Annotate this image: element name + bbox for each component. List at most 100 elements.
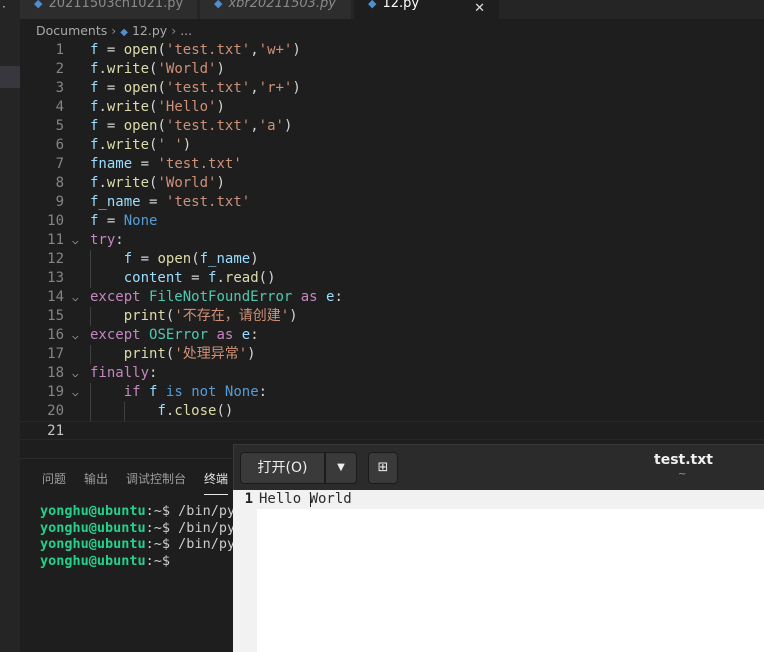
code-text: f = open('test.txt','w+') [90,42,301,58]
close-icon[interactable]: ✕ [474,2,485,15]
gedit-subtitle: ~ [678,469,687,480]
tab-xbr20211503[interactable]: ◆ xbr20211503.py [200,0,352,19]
terminal-prompt-user: yonghu@ubuntu [40,536,146,552]
fold-chevron-icon[interactable]: ⌵ [72,288,79,307]
new-tab-button[interactable]: ⊞ [368,452,398,484]
python-file-icon: ◆ [368,0,377,10]
code-line[interactable]: 1 f = open('test.txt','w+') [20,41,764,60]
code-line[interactable]: 21 [20,421,764,440]
code-line[interactable]: 7 fname = 'test.txt' [20,155,764,174]
line-number: 13 [47,270,64,286]
tab-label: 12.py [382,0,420,11]
code-text: finally: [90,365,158,381]
code-line[interactable]: 6 f.write(' ') [20,136,764,155]
code-text: f.write('Hello') [90,99,225,115]
line-number: 2 [55,61,64,77]
line-number: 19 [47,384,64,400]
indent-guide [90,250,91,288]
code-line[interactable]: 16 ⌵ except OSError as e: [20,326,764,345]
fold-chevron-icon[interactable]: ⌵ [72,383,79,402]
code-line[interactable]: 19 ⌵ if f is not None: [20,383,764,402]
code-line[interactable]: 13 content = f.read() [20,269,764,288]
code-text: content = f.read() [123,270,276,286]
line-number: 6 [55,137,64,153]
activity-bar: · [0,0,20,652]
fold-chevron-icon[interactable]: ⌵ [72,364,79,383]
more-icon[interactable]: · [2,0,6,14]
code-line[interactable]: 8 f.write('World') [20,174,764,193]
line-number: 14 [47,289,64,305]
terminal-command: :~$ [145,552,171,569]
fold-chevron-icon[interactable]: ⌵ [72,326,79,345]
breadcrumb-file[interactable]: 12.py [132,23,167,38]
tab-12-py[interactable]: ◆ 12.py ✕ [354,0,500,19]
code-line[interactable]: 9 f_name = 'test.txt' [20,193,764,212]
gedit-line-number: 1 [233,490,257,652]
terminal-line: yonghu@ubuntu:~$ [40,553,235,570]
indent-guide [123,402,125,421]
panel-tabs: 问题 输出 调试控制台 终端 [42,470,246,495]
code-text: print('不存在，请创建') [123,308,298,324]
code-line[interactable]: 12 f = open(f_name) [20,250,764,269]
line-number: 17 [47,346,64,362]
line-number: 4 [55,99,64,115]
code-text: f.write('World') [90,61,225,77]
gedit-text-area[interactable]: Hello World [259,490,352,509]
open-dropdown-button[interactable]: ▼ [325,452,357,484]
indent-guide [90,383,91,421]
tab-label: xbr20211503.py [228,0,337,11]
terminal-line: yonghu@ubuntu:~$ /bin/py [40,520,235,537]
terminal-command: :~$ /bin/py [145,519,236,536]
terminal-prompt-user: yonghu@ubuntu [40,519,146,536]
code-text: except OSError as e: [90,327,259,343]
tab-label: 20211503ch1021.py [48,0,184,11]
tab-problems[interactable]: 问题 [42,470,66,487]
line-number: 5 [55,118,64,134]
terminal-prompt-user: yonghu@ubuntu [40,503,146,519]
terminal-line: yonghu@ubuntu:~$ /bin/py [40,503,235,520]
tab-output[interactable]: 输出 [84,470,108,487]
terminal-output[interactable]: yonghu@ubuntu:~$ /bin/py yonghu@ubuntu:~$… [40,503,235,569]
python-file-icon: ◆ [34,0,43,10]
chevron-down-icon: ▼ [337,462,345,473]
code-line[interactable]: 5 f = open('test.txt','a') [20,117,764,136]
code-line[interactable]: 14 ⌵ except FileNotFoundError as e: [20,288,764,307]
line-number: 21 [47,423,64,439]
breadcrumb-folder[interactable]: Documents [36,23,107,38]
line-number: 1 [55,42,64,58]
code-line[interactable]: 3 f = open('test.txt','r+') [20,79,764,98]
chevron-right-icon: › [171,23,177,38]
activity-selected-item[interactable] [0,66,20,88]
line-number: 3 [55,80,64,96]
code-text: f = open('test.txt','r+') [90,80,301,96]
tab-terminal[interactable]: 终端 [204,470,229,495]
line-number: 15 [47,308,64,324]
gedit-text-before-caret: Hello [259,491,310,507]
breadcrumb-more[interactable]: ... [180,23,192,38]
tab-debug-console[interactable]: 调试控制台 [126,470,186,487]
code-line[interactable]: 4 f.write('Hello') [20,98,764,117]
tab-20211503ch1021[interactable]: ◆ 20211503ch1021.py [20,0,198,19]
code-text: f.close() [157,403,234,419]
code-line[interactable]: 17 print('处理异常') [20,345,764,364]
gedit-title: test.txt [654,452,713,468]
open-button[interactable]: 打开(O) [240,452,325,484]
code-line[interactable]: 20 f.close() [20,402,764,421]
code-line[interactable]: 15 print('不存在，请创建') [20,307,764,326]
line-number: 10 [47,213,64,229]
line-number: 18 [47,365,64,381]
breadcrumb: Documents › ◆ 12.py ›... [36,23,192,39]
code-line[interactable]: 10 f = None [20,212,764,231]
code-editor[interactable]: 1 f = open('test.txt','w+') 2 f.write('Worl… [20,41,764,443]
code-line[interactable]: 2 f.write('World') [20,60,764,79]
code-text: f = open(f_name) [123,251,259,267]
editor-tab-bar: ◆ 20211503ch1021.py ◆ xbr20211503.py ◆ 12.p… [20,0,764,19]
indent-guide [90,345,91,364]
code-line[interactable]: 18 ⌵ finally: [20,364,764,383]
code-text: print('处理异常') [123,346,256,362]
fold-chevron-icon[interactable]: ⌵ [72,231,79,250]
gedit-headerbar: 打开(O) ▼ ⊞ test.txt ~ [233,444,764,490]
terminal-prompt-user: yonghu@ubuntu [40,552,146,569]
code-text: if f is not None: [123,384,268,400]
code-line[interactable]: 11 ⌵ try: [20,231,764,250]
